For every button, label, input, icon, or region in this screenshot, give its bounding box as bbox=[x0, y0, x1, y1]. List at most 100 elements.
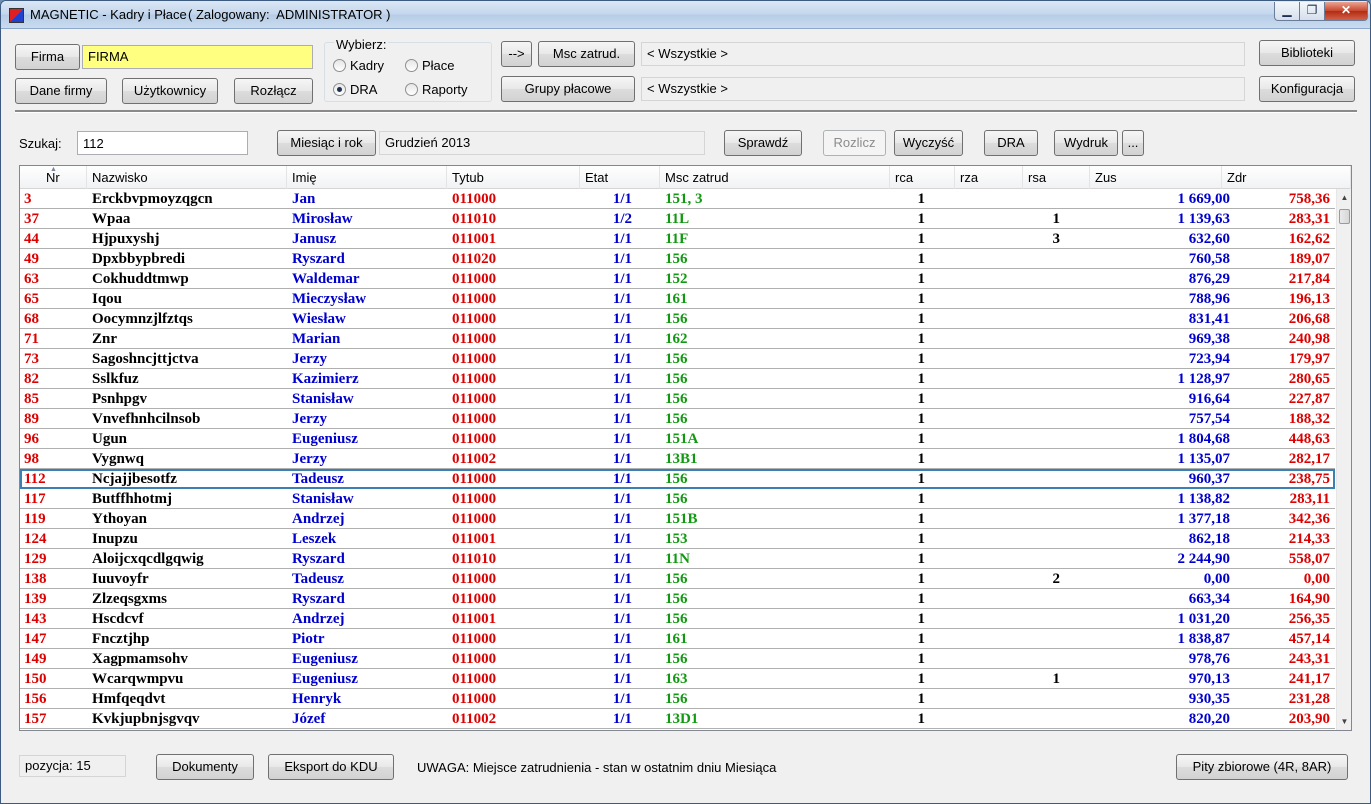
cell-zdr: 188,32 bbox=[1288, 411, 1330, 427]
table-row[interactable]: 124 Inupzu Leszek 011001 1/1 153 1 862,18 214,33 bbox=[20, 529, 1335, 549]
dokumenty-button[interactable]: Dokumenty bbox=[156, 754, 254, 780]
dane-firmy-button[interactable]: Dane firmy bbox=[15, 78, 107, 104]
cell-nr: 37 bbox=[24, 211, 39, 227]
cell-nr: 129 bbox=[24, 551, 47, 567]
cell-zdr: 558,07 bbox=[1288, 551, 1330, 567]
table-row[interactable]: 68 Oocymnzjlfztqs Wiesław 011000 1/1 156 1 831,… bbox=[20, 309, 1335, 329]
miesiac-i-rok-button[interactable]: Miesiąc i rok bbox=[277, 130, 376, 156]
table-row[interactable]: 89 Vnvefhnhcilnsob Jerzy 011000 1/1 156 1 757,5… bbox=[20, 409, 1335, 429]
firma-button[interactable]: Firma bbox=[15, 44, 80, 70]
table-row[interactable]: 3 Erckbvpmoyzqgcn Jan 011000 1/1 151, 3 1 1 669… bbox=[20, 189, 1335, 209]
col-header-tytub[interactable]: Tytub bbox=[447, 166, 580, 189]
table-row[interactable]: 129 Aloijcxqcdlgqwig Ryszard 011010 1/1 11N 1 2… bbox=[20, 549, 1335, 569]
table-row[interactable]: 71 Znr Marian 011000 1/1 162 1 969,38 240,98 bbox=[20, 329, 1335, 349]
table-row[interactable]: 96 Ugun Eugeniusz 011000 1/1 151A 1 1 804,68 448… bbox=[20, 429, 1335, 449]
cell-nazwisko: Hmfqeqdvt bbox=[92, 691, 166, 707]
cell-rza bbox=[955, 349, 995, 368]
radio-raporty[interactable] bbox=[405, 83, 418, 96]
table-row[interactable]: 49 Dpxbbypbredi Ryszard 011020 1/1 156 1 760,58… bbox=[20, 249, 1335, 269]
col-header-nr[interactable]: ▲ Nr bbox=[20, 166, 87, 189]
radio-kadry-label[interactable]: Kadry bbox=[350, 58, 384, 73]
table-row[interactable]: 143 Hscdcvf Andrzej 011001 1/1 156 1 1 031,20 25… bbox=[20, 609, 1335, 629]
biblioteki-button[interactable]: Biblioteki bbox=[1259, 40, 1355, 66]
konfiguracja-button[interactable]: Konfiguracja bbox=[1259, 76, 1355, 102]
scroll-down-icon[interactable]: ▼ bbox=[1337, 713, 1351, 730]
cell-zdr: 241,17 bbox=[1288, 671, 1330, 687]
wyczysc-button[interactable]: Wyczyść bbox=[894, 130, 963, 156]
pity-zbiorowe-button[interactable]: Pity zbiorowe (4R, 8AR) bbox=[1176, 754, 1348, 780]
table-row[interactable]: 37 Wpaa Mirosław 011010 1/2 11L 1 1 1 139,63 283,… bbox=[20, 209, 1335, 229]
vertical-scrollbar[interactable]: ▲ ▼ bbox=[1336, 189, 1351, 730]
cell-nr: 3 bbox=[24, 191, 32, 207]
cell-etat: 1/1 bbox=[612, 191, 632, 207]
cell-tytub: 011000 bbox=[452, 411, 497, 427]
table-row[interactable]: 85 Psnhpgv Stanisław 011000 1/1 156 1 916,64 227… bbox=[20, 389, 1335, 409]
uzytkownicy-button[interactable]: Użytkownicy bbox=[122, 78, 218, 104]
col-header-rca[interactable]: rca bbox=[890, 166, 955, 189]
minimize-icon[interactable]: ▁ bbox=[1274, 2, 1300, 21]
col-header-msc-zatrud[interactable]: Msc zatrud bbox=[660, 166, 890, 189]
table-row[interactable]: 150 Wcarqwmpvu Eugeniusz 011000 1/1 163 1 1 970,… bbox=[20, 669, 1335, 689]
cell-msc-zatrud: 13B1 bbox=[665, 451, 698, 467]
more-button[interactable]: ... bbox=[1122, 130, 1144, 156]
cell-nr: 156 bbox=[24, 691, 47, 707]
radio-raporty-label[interactable]: Raporty bbox=[422, 82, 468, 97]
eksport-kdu-button[interactable]: Eksport do KDU bbox=[268, 754, 394, 780]
cell-rca: 1 bbox=[917, 211, 926, 227]
cell-rca: 1 bbox=[917, 531, 926, 547]
cell-msc-zatrud: 161 bbox=[665, 291, 688, 307]
table-row[interactable]: 119 Ythoyan Andrzej 011000 1/1 151B 1 1 377,18 3… bbox=[20, 509, 1335, 529]
maximize-icon[interactable]: ❐ bbox=[1299, 2, 1325, 21]
cell-etat: 1/1 bbox=[612, 551, 632, 567]
cell-nr: 143 bbox=[24, 611, 47, 627]
col-header-zdr[interactable]: Zdr bbox=[1222, 166, 1351, 189]
cell-etat: 1/1 bbox=[612, 651, 632, 667]
cell-msc-zatrud: 11L bbox=[665, 211, 690, 227]
cell-zus: 723,94 bbox=[1188, 351, 1230, 367]
cell-rza bbox=[955, 689, 995, 708]
radio-kadry[interactable] bbox=[333, 59, 346, 72]
close-icon[interactable]: ✕ bbox=[1324, 2, 1368, 21]
firma-field[interactable]: FIRMA bbox=[82, 45, 313, 69]
col-header-zus[interactable]: Zus bbox=[1090, 166, 1222, 189]
cell-rca: 1 bbox=[917, 371, 926, 387]
cell-nazwisko: Wpaa bbox=[92, 211, 131, 227]
table-row[interactable]: 73 Sagoshncjttjctva Jerzy 011000 1/1 156 1 723,… bbox=[20, 349, 1335, 369]
table-row[interactable]: 138 Iuuvoyfr Tadeusz 011000 1/1 156 1 2 0,00 0,00 bbox=[20, 569, 1335, 589]
table-row[interactable]: 98 Vygnwq Jerzy 011002 1/1 13B1 1 1 135,07 282,1… bbox=[20, 449, 1335, 469]
cell-msc-zatrud: 156 bbox=[665, 691, 688, 707]
table-row[interactable]: 117 Butffhhotmj Stanisław 011000 1/1 156 1 1 13… bbox=[20, 489, 1335, 509]
radio-dra[interactable] bbox=[333, 83, 346, 96]
col-header-nazwisko[interactable]: Nazwisko bbox=[87, 166, 287, 189]
sprawdz-button[interactable]: Sprawdź bbox=[724, 130, 802, 156]
radio-place[interactable] bbox=[405, 59, 418, 72]
table-row[interactable]: 44 Hjpuxyshj Janusz 011001 1/1 11F 1 3 632,60 162… bbox=[20, 229, 1335, 249]
search-input[interactable] bbox=[77, 131, 248, 155]
table-row[interactable]: 147 Fncztjhp Piotr 011000 1/1 161 1 1 838,87 457… bbox=[20, 629, 1335, 649]
arrow-button[interactable]: --> bbox=[501, 41, 532, 67]
col-header-rsa[interactable]: rsa bbox=[1023, 166, 1090, 189]
table-row[interactable]: 82 Sslkfuz Kazimierz 011000 1/1 156 1 1 128,97 2… bbox=[20, 369, 1335, 389]
radio-dra-label[interactable]: DRA bbox=[350, 82, 377, 97]
table-row[interactable]: 139 Zlzeqsgxms Ryszard 011000 1/1 156 1 663,34 1… bbox=[20, 589, 1335, 609]
table-row[interactable]: 157 Kvkjupbnjsgvqv Józef 011002 1/1 13D1 1 820,… bbox=[20, 709, 1335, 729]
scroll-up-icon[interactable]: ▲ bbox=[1337, 189, 1351, 206]
col-header-rza[interactable]: rza bbox=[955, 166, 1023, 189]
col-header-etat[interactable]: Etat bbox=[580, 166, 660, 189]
grupy-placowe-button[interactable]: Grupy płacowe bbox=[501, 76, 635, 102]
dra-button[interactable]: DRA bbox=[984, 130, 1038, 156]
table-row[interactable]: 65 Iqou Mieczysław 011000 1/1 161 1 788,96 196,1… bbox=[20, 289, 1335, 309]
rozlacz-button[interactable]: Rozłącz bbox=[234, 78, 313, 104]
wydruk-button[interactable]: Wydruk bbox=[1054, 130, 1118, 156]
table-row[interactable]: 149 Xagpmamsohv Eugeniusz 011000 1/1 156 1 978,… bbox=[20, 649, 1335, 669]
radio-place-label[interactable]: Płace bbox=[422, 58, 455, 73]
rozlicz-button[interactable]: Rozlicz bbox=[823, 130, 886, 156]
scroll-thumb[interactable] bbox=[1339, 209, 1350, 224]
msc-zatrud-button[interactable]: Msc zatrud. bbox=[538, 41, 635, 67]
col-header-imie[interactable]: Imię bbox=[287, 166, 447, 189]
table-row[interactable]: 156 Hmfqeqdvt Henryk 011000 1/1 156 1 930,35 231… bbox=[20, 689, 1335, 709]
cell-rsa bbox=[1020, 249, 1060, 268]
table-row[interactable]: 63 Cokhuddtmwp Waldemar 011000 1/1 152 1 876,29… bbox=[20, 269, 1335, 289]
cell-tytub: 011000 bbox=[452, 511, 497, 527]
table-row[interactable]: 112 Ncjajjbesotfz Tadeusz 011000 1/1 156 1 960,… bbox=[20, 469, 1335, 489]
